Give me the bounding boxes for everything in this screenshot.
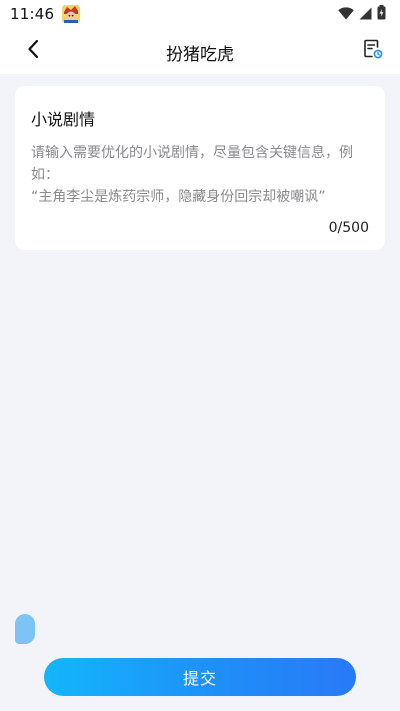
wifi-icon xyxy=(338,5,354,24)
story-input[interactable] xyxy=(31,142,375,214)
page-title: 扮猪吃虎 xyxy=(166,45,234,65)
card-title: 小说剧情 xyxy=(31,110,96,129)
status-icons xyxy=(338,4,386,24)
battery-icon xyxy=(377,4,386,24)
signal-icon xyxy=(359,5,372,24)
nav-bar: 扮猪吃虎 xyxy=(0,28,400,74)
app-avatar-icon xyxy=(62,5,81,23)
story-card: 小说剧情 0/500 xyxy=(15,86,385,250)
floating-handle[interactable] xyxy=(15,614,35,644)
history-list-icon xyxy=(363,39,383,63)
submit-button[interactable]: 提交 xyxy=(44,658,356,696)
status-time: 11:46 xyxy=(10,5,55,23)
history-button[interactable] xyxy=(362,39,384,63)
char-counter: 0/500 xyxy=(328,220,369,236)
status-bar: 11:46 xyxy=(0,0,400,28)
